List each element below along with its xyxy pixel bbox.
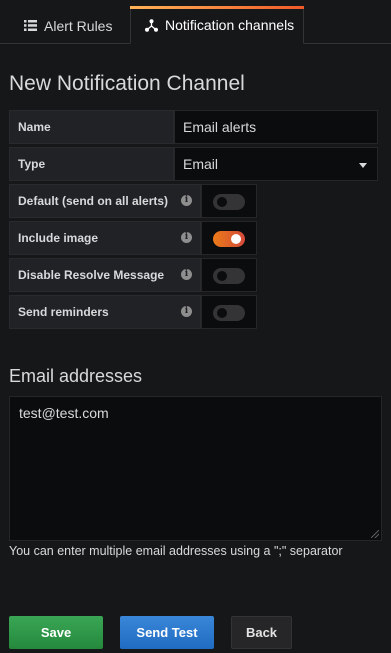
- page-title: New Notification Channel: [9, 72, 245, 95]
- tab-bar: Alert Rules Notification channels: [0, 0, 391, 44]
- share-nodes-icon: [145, 18, 158, 32]
- default-switch-container: [201, 184, 257, 218]
- list-icon: [24, 20, 37, 31]
- include-image-label-text: Include image: [18, 231, 99, 245]
- include-image-toggle[interactable]: [213, 231, 245, 247]
- send-test-button[interactable]: Send Test: [120, 616, 214, 649]
- type-select-value: Email: [183, 156, 219, 172]
- email-help-text: You can enter multiple email addresses u…: [9, 544, 343, 558]
- disable-resolve-switch-container: [201, 258, 257, 292]
- toggle-knob: [231, 234, 241, 244]
- toggle-knob: [217, 197, 227, 207]
- info-icon[interactable]: i: [181, 269, 192, 280]
- toggle-knob: [217, 271, 227, 281]
- name-input[interactable]: Email alerts: [174, 110, 378, 144]
- send-reminders-toggle[interactable]: [213, 305, 245, 321]
- resize-handle-icon[interactable]: [371, 530, 379, 538]
- back-button[interactable]: Back: [231, 616, 292, 649]
- email-addresses-value: test@test.com: [19, 405, 109, 421]
- send-reminders-row: Send reminders i: [9, 295, 257, 329]
- include-image-row: Include image i: [9, 221, 257, 255]
- disable-resolve-label: Disable Resolve Message i: [9, 258, 201, 292]
- type-label: Type: [9, 147, 174, 181]
- tab-alert-rules-label: Alert Rules: [44, 17, 113, 34]
- default-label-text: Default (send on all alerts): [18, 194, 169, 208]
- tab-alert-rules[interactable]: Alert Rules: [24, 7, 112, 44]
- disable-resolve-row: Disable Resolve Message i: [9, 258, 257, 292]
- info-icon[interactable]: i: [181, 306, 192, 317]
- name-label: Name: [9, 110, 174, 144]
- include-image-label: Include image i: [9, 221, 201, 255]
- type-row: Type Email: [9, 147, 378, 181]
- default-row: Default (send on all alerts) i: [9, 184, 257, 218]
- default-toggle[interactable]: [213, 194, 245, 210]
- name-row: Name Email alerts: [9, 110, 378, 144]
- email-addresses-textarea[interactable]: test@test.com: [9, 396, 382, 541]
- tab-notification-channels[interactable]: Notification channels: [130, 6, 304, 44]
- type-select[interactable]: Email: [174, 147, 378, 181]
- default-label: Default (send on all alerts) i: [9, 184, 201, 218]
- email-section-title: Email addresses: [9, 366, 143, 386]
- tab-notification-channels-label: Notification channels: [165, 17, 295, 33]
- send-reminders-label-text: Send reminders: [18, 305, 109, 319]
- send-reminders-switch-container: [201, 295, 257, 329]
- caret-down-icon: [359, 163, 367, 168]
- include-image-switch-container: [201, 221, 257, 255]
- info-icon[interactable]: i: [181, 232, 192, 243]
- info-icon[interactable]: i: [181, 195, 192, 206]
- disable-resolve-toggle[interactable]: [213, 268, 245, 284]
- disable-resolve-label-text: Disable Resolve Message: [18, 268, 165, 282]
- toggle-knob: [217, 308, 227, 318]
- send-reminders-label: Send reminders i: [9, 295, 201, 329]
- save-button[interactable]: Save: [9, 616, 103, 649]
